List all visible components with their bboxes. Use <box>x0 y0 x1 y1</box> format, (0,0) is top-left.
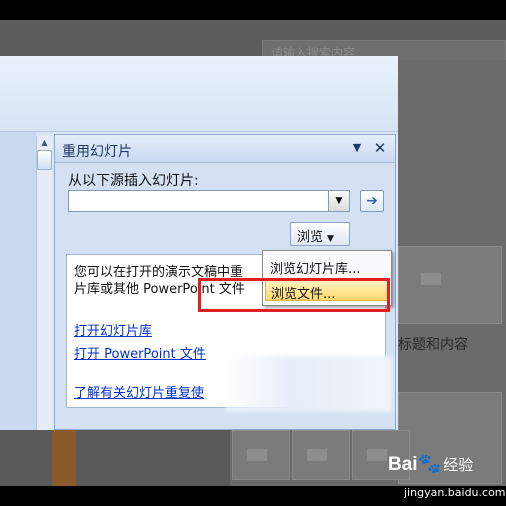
annotation-highlight-box <box>198 278 390 312</box>
watermark-brand-suffix: 经验 <box>443 457 474 474</box>
browse-button-label: 浏览 <box>297 230 324 245</box>
baidu-watermark-logo: Bai🐾 经验 <box>388 452 473 476</box>
insert-from-label: 从以下源插入幻灯片: <box>68 173 199 189</box>
close-icon[interactable]: ✕ <box>372 139 388 157</box>
vertical-scrollbar[interactable] <box>36 136 52 430</box>
combo-dropdown-icon[interactable]: ▼ <box>328 191 349 211</box>
open-slide-library-link[interactable]: 打开幻灯片库 <box>74 320 152 339</box>
pane-options-chevron-icon[interactable]: ▼ <box>350 140 364 156</box>
scrollbar-thumb[interactable] <box>37 150 52 170</box>
open-powerpoint-file-link[interactable]: 打开 PowerPoint 文件 <box>74 343 206 362</box>
learn-more-link[interactable]: 了解有关幻灯片重复使 <box>74 382 204 401</box>
pane-title: 重用幻灯片 <box>62 144 132 160</box>
paw-icon: 🐾 <box>417 454 442 475</box>
watermark-url: jingyan.baidu.com <box>404 486 506 499</box>
browse-button[interactable]: 浏览 ▼ <box>290 222 350 246</box>
background-slide-strip <box>52 430 76 486</box>
background-document-area <box>0 430 230 486</box>
background-layout-label: 标题和内容 <box>398 337 468 353</box>
menu-item-browse-slide-library[interactable]: 浏览幻灯片库... <box>265 255 389 277</box>
top-letterbox <box>0 0 506 20</box>
background-thumbnail <box>292 430 350 480</box>
blurred-region <box>226 356 392 412</box>
source-combo-input[interactable] <box>68 190 350 212</box>
scroll-up-icon[interactable]: ▲ <box>37 137 52 149</box>
go-arrow-button[interactable]: ➔ <box>360 190 384 212</box>
window-header <box>0 56 398 132</box>
background-thumbnail <box>232 430 290 480</box>
background-layout-thumbnail <box>398 246 502 324</box>
watermark-brand: Bai <box>388 454 418 475</box>
slides-pane <box>0 132 36 430</box>
chevron-down-icon: ▼ <box>327 234 334 244</box>
